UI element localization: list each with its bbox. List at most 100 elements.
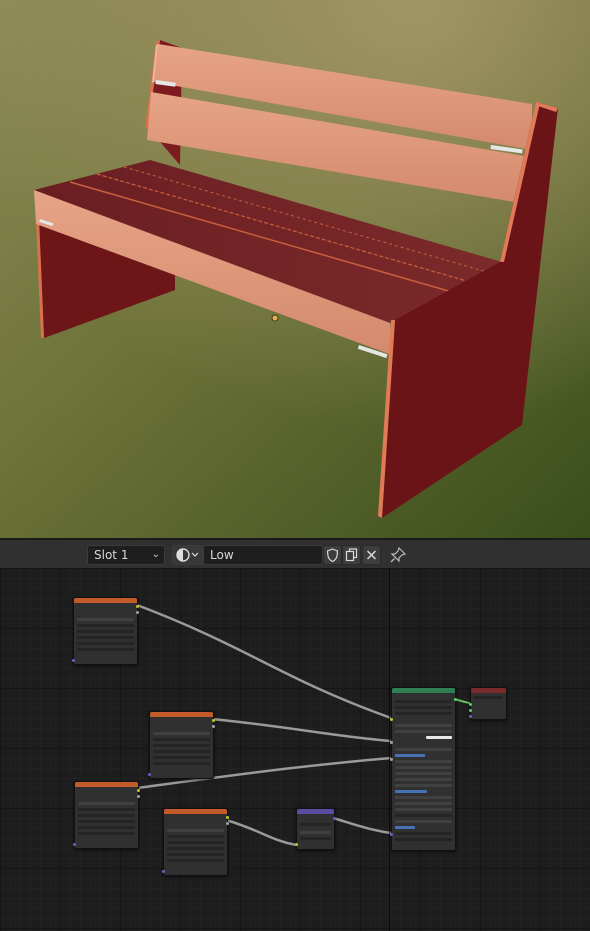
node-row (395, 784, 452, 787)
image-texture-node-3[interactable] (73, 781, 140, 849)
image-texture-node-1[interactable] (72, 597, 139, 665)
node-row (77, 630, 134, 633)
close-icon (366, 550, 377, 560)
node-row (153, 762, 210, 765)
material-output-node[interactable] (469, 687, 507, 720)
normal-out-socket[interactable] (333, 817, 336, 820)
node-row (395, 772, 452, 775)
node-header (164, 809, 227, 814)
vector-socket[interactable] (72, 659, 75, 662)
normal-map-node[interactable] (295, 808, 336, 850)
node-row (395, 766, 452, 769)
material-browse-button[interactable] (172, 545, 203, 565)
node-row (77, 636, 134, 639)
alpha-socket[interactable] (226, 822, 229, 825)
duplicate-icon (345, 548, 358, 562)
node-row (300, 831, 331, 834)
node-row (395, 802, 452, 805)
node-header (297, 809, 334, 814)
node-editor-header: Slot 1 ⌄ Low (0, 538, 590, 568)
slot-label: Slot 1 (94, 548, 129, 562)
node-row (77, 642, 134, 645)
node-row (395, 832, 452, 835)
image-texture-node-4[interactable] (162, 808, 229, 876)
node-row (395, 760, 452, 763)
node-row (395, 814, 452, 817)
node-row (395, 748, 452, 751)
unlink-material-button[interactable] (362, 545, 381, 565)
color-in-socket[interactable] (295, 843, 298, 846)
metallic-socket[interactable] (390, 741, 393, 744)
node-row (167, 829, 224, 832)
node-row (78, 826, 135, 829)
node-row (78, 802, 135, 805)
pin-button[interactable] (388, 545, 408, 565)
node-row (395, 808, 452, 811)
node-row (153, 738, 210, 741)
node-row (78, 820, 135, 823)
node-row (78, 814, 135, 817)
alpha-socket[interactable] (136, 611, 139, 614)
node-header (75, 782, 138, 787)
duplicate-material-button[interactable] (342, 545, 361, 565)
image-texture-node-2[interactable] (148, 711, 215, 779)
canvas-divider (389, 568, 390, 931)
node-row (78, 808, 135, 811)
bench-render (0, 0, 590, 538)
node-header (392, 688, 455, 693)
node-row (395, 796, 452, 799)
node-row (153, 744, 210, 747)
fake-user-button[interactable] (323, 545, 342, 565)
shield-icon (326, 548, 339, 563)
node-header (471, 688, 506, 693)
node-row (77, 624, 134, 627)
node-row (167, 853, 224, 856)
color-socket[interactable] (136, 605, 139, 608)
alpha-socket[interactable] (137, 795, 140, 798)
chevron-down-icon: ⌄ (151, 549, 160, 560)
node-editor-canvas[interactable] (0, 568, 590, 931)
node-row (395, 820, 452, 823)
material-slot-dropdown[interactable]: Slot 1 ⌄ (87, 545, 165, 565)
material-sphere-icon (176, 548, 199, 562)
node-row (153, 750, 210, 753)
node-row (153, 756, 210, 759)
node-row (167, 847, 224, 850)
volume-socket[interactable] (469, 709, 472, 712)
principled-bsdf-node[interactable] (390, 687, 457, 851)
node-row (77, 648, 134, 651)
node-row (300, 837, 331, 840)
node-row (300, 823, 331, 826)
bsdf-out-socket[interactable] (454, 698, 457, 701)
base-color-socket[interactable] (390, 718, 393, 721)
node-row (395, 706, 452, 709)
material-name-field[interactable]: Low (203, 545, 323, 565)
color-socket[interactable] (137, 789, 140, 792)
node-row (395, 754, 425, 757)
vector-socket[interactable] (162, 870, 165, 873)
node-row (167, 835, 224, 838)
alpha-socket[interactable] (212, 725, 215, 728)
node-row (167, 841, 224, 844)
node-row (395, 712, 452, 715)
node-row (153, 732, 210, 735)
displacement-socket[interactable] (469, 715, 472, 718)
color-socket[interactable] (212, 719, 215, 722)
color-socket[interactable] (226, 816, 229, 819)
node-row (167, 859, 224, 862)
node-row (395, 730, 452, 733)
vector-socket[interactable] (148, 773, 151, 776)
node-row (395, 724, 452, 727)
vector-socket[interactable] (73, 843, 76, 846)
normal-in-socket[interactable] (390, 833, 393, 836)
node-row (78, 832, 135, 835)
node-row (395, 778, 452, 781)
surface-socket[interactable] (469, 703, 472, 706)
node-header (74, 598, 137, 603)
node-row (395, 700, 452, 703)
roughness-socket[interactable] (390, 758, 393, 761)
3d-viewport[interactable] (0, 0, 590, 538)
node-row (426, 736, 452, 739)
node-header (150, 712, 213, 717)
node-row (474, 696, 503, 699)
